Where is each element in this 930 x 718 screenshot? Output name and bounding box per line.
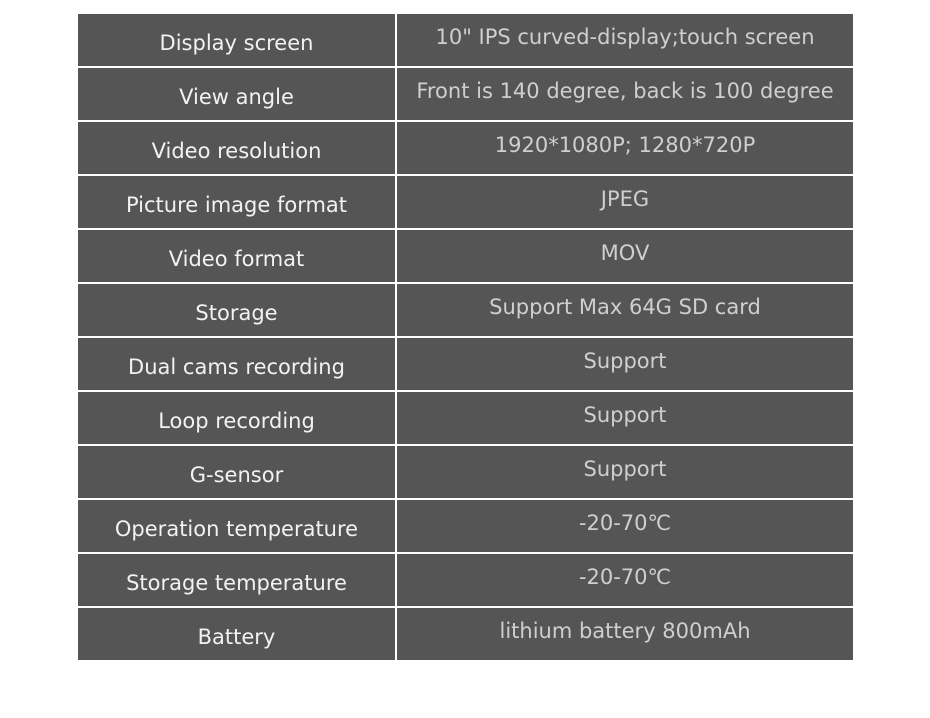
spec-row: Battery lithium battery 800mAh xyxy=(78,608,853,660)
spec-row: Loop recording Support xyxy=(78,392,853,446)
spec-value: 10" IPS curved-display;touch screen xyxy=(397,14,853,68)
spec-row: View angle Front is 140 degree, back is 1… xyxy=(78,68,853,122)
spec-label: Battery xyxy=(78,608,397,660)
spec-value: Support xyxy=(397,338,853,392)
spec-label: Video format xyxy=(78,230,397,284)
spec-value: -20-70℃ xyxy=(397,554,853,608)
spec-row: Video format MOV xyxy=(78,230,853,284)
spec-value: Front is 140 degree, back is 100 degree xyxy=(397,68,853,122)
spec-value: JPEG xyxy=(397,176,853,230)
spec-row: Video resolution 1920*1080P; 1280*720P xyxy=(78,122,853,176)
spec-value: -20-70℃ xyxy=(397,500,853,554)
spec-value: MOV xyxy=(397,230,853,284)
spec-table-body: Display screen 10" IPS curved-display;tou… xyxy=(78,14,853,660)
spec-value: lithium battery 800mAh xyxy=(397,608,853,660)
spec-row: G-sensor Support xyxy=(78,446,853,500)
spec-value: Support Max 64G SD card xyxy=(397,284,853,338)
spec-label: Storage xyxy=(78,284,397,338)
spec-row: Operation temperature -20-70℃ xyxy=(78,500,853,554)
spec-label: Dual cams recording xyxy=(78,338,397,392)
spec-label: View angle xyxy=(78,68,397,122)
spec-row: Storage temperature -20-70℃ xyxy=(78,554,853,608)
spec-label: Picture image format xyxy=(78,176,397,230)
spec-label: G-sensor xyxy=(78,446,397,500)
spec-row: Dual cams recording Support xyxy=(78,338,853,392)
spec-row: Display screen 10" IPS curved-display;tou… xyxy=(78,14,853,68)
spec-row: Storage Support Max 64G SD card xyxy=(78,284,853,338)
spec-label: Operation temperature xyxy=(78,500,397,554)
spec-label: Video resolution xyxy=(78,122,397,176)
spec-label: Loop recording xyxy=(78,392,397,446)
spec-value: Support xyxy=(397,392,853,446)
spec-table: Display screen 10" IPS curved-display;tou… xyxy=(78,14,853,660)
spec-row: Picture image format JPEG xyxy=(78,176,853,230)
spec-value: Support xyxy=(397,446,853,500)
spec-label: Storage temperature xyxy=(78,554,397,608)
spec-value: 1920*1080P; 1280*720P xyxy=(397,122,853,176)
spec-label: Display screen xyxy=(78,14,397,68)
